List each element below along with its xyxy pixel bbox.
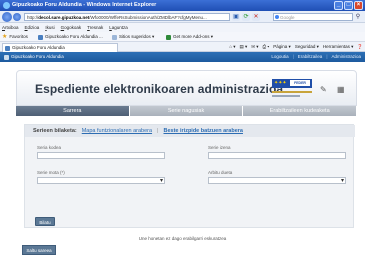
google-icon [275,15,279,19]
page-icon [38,34,43,40]
menu-file[interactable]: Artxiboa [2,23,19,32]
favorite-link-label: Gipuzkoako Foru Aldundia ... [45,34,103,39]
home-icon[interactable]: ⌂ ▾ [229,42,235,52]
feeds-icon[interactable]: ▤ ▾ [240,42,248,52]
page-menu[interactable]: Página ▾ [273,42,291,52]
url-prefix: http:// [27,15,39,20]
logo-line [272,95,300,97]
feder-text: FEDER [290,80,310,86]
address-bar: http://decol.sare.gipuzkoa.net/Wfo0000/W… [0,11,365,23]
addons-icon [166,34,171,40]
org-brand[interactable]: Gipuzkoako Foru Aldundia [4,52,64,62]
back-button[interactable] [2,12,12,22]
top-links: Logoutia | Erabiltzailea | Administrazio… [271,52,361,62]
forward-button[interactable] [13,13,21,21]
page-title: Espediente elektronikoaren administrazio… [35,82,284,96]
tab-serie-nagusiak[interactable]: Serie nagusiak [129,106,244,116]
security-menu[interactable]: Seguridad ▾ [295,42,319,52]
status-label: Arbitu dueta [208,170,233,175]
series-type-select[interactable] [37,177,165,184]
separator: | [157,128,159,134]
search-panel-header: Serieen bilaketa: Mapa funtzionalaren ar… [25,125,355,137]
org-logo-icon [4,54,9,60]
series-code-label: Seria kodea [37,145,62,150]
tab-title: Gipuzkoako Foru Aldundia [12,45,65,50]
compatibility-icon[interactable]: ▣ [232,13,240,21]
mail-icon[interactable]: ✉ ▾ [251,42,258,52]
window-controls: _ □ × [334,1,363,10]
refresh-icon[interactable]: ⟳ [242,13,250,21]
site-top-strip: Gipuzkoako Foru Aldundia Logoutia | Erab… [0,52,365,62]
top-link-admin[interactable]: Administrazioa [331,52,361,62]
favorite-link-label: Sitios sugeridos ▾ [119,34,155,39]
org-name: Gipuzkoako Foru Aldundia [11,54,64,59]
url-path: /Wfo0000/WffeRsSubmissionAuth/ZMDlbAF?cf… [89,15,207,20]
menu-tools[interactable]: Tresnak [87,23,103,32]
url-host: decol.sare.gipuzkoa.net [38,15,90,20]
series-code-input[interactable] [37,152,165,159]
exit-button[interactable]: Saltu sareea [22,245,56,255]
menu-view[interactable]: Ikusi [45,23,54,32]
star-icon: ★ [2,34,8,40]
command-bar: Gipuzkoako Foru Aldundia ⌂ ▾ ▤ ▾ ✉ ▾ ⎙ ▾… [0,42,365,52]
search-icon[interactable]: ⚲ [354,13,362,21]
logo-line [272,91,312,93]
tools-menu[interactable]: Herramientas ▾ [323,42,354,52]
top-link-logout[interactable]: Logoutia [271,52,288,62]
stop-icon[interactable]: ✕ [252,13,260,21]
menu-bar: Artxiboa Edizioa Ikusi Gogokoak Tresnak … [0,23,365,32]
browser-tab[interactable]: Gipuzkoako Foru Aldundia [2,43,118,52]
status-select[interactable] [208,177,346,184]
search-placeholder: Google [280,15,295,20]
series-name-label: Serie izena [208,145,231,150]
page-content: Gipuzkoako Foru Aldundia Logoutia | Erab… [0,52,365,270]
maximize-button[interactable]: □ [344,1,353,10]
grid-icon[interactable]: ▦ [337,85,345,94]
link-other-criteria[interactable]: Beste irizpide batzuen arabera [163,125,242,137]
search-input[interactable]: Google [273,13,353,21]
window-title: Gipuzkoako Foru Aldundia - Windows Inter… [12,2,157,8]
eu-feder-logo: ✦✦✦ FEDER [272,77,312,101]
separator: | [292,54,294,59]
favorite-link-1[interactable]: Gipuzkoako Foru Aldundia ... [38,32,103,42]
page-icon [5,46,10,51]
close-button[interactable]: × [354,1,363,10]
title-bar: Gipuzkoako Foru Aldundia - Windows Inter… [0,0,365,11]
tools-icon[interactable]: ✎ [320,85,327,94]
series-name-input[interactable] [208,152,346,159]
browser-window: Gipuzkoako Foru Aldundia - Windows Inter… [0,0,365,270]
url-input[interactable]: http://decol.sare.gipuzkoa.net/Wfo0000/W… [24,13,230,21]
main-tabs: Sarrera Serie nagusiak Erabiltzaileen ku… [16,106,358,116]
minimize-button[interactable]: _ [334,1,343,10]
favorite-link-2[interactable]: Sitios sugeridos ▾ [112,32,154,42]
eu-stars: ✦✦✦ [274,80,287,86]
favorites-label: Favoritos [9,34,28,39]
favorite-link-label: Get more Add-ons ▾ [173,34,214,39]
search-label: Serieen bilaketa: [33,128,77,134]
favorite-link-3[interactable]: Get more Add-ons ▾ [166,32,213,42]
series-type-label: Serie mota (*) [37,170,65,175]
menu-help[interactable]: Laguntza [109,23,128,32]
page-icon [112,34,117,40]
favorites-button[interactable]: ★ Favoritos [2,32,28,42]
separator: | [326,54,328,59]
tab-sarrera[interactable]: Sarrera [16,106,130,116]
print-icon[interactable]: ⎙ ▾ [263,42,270,52]
favorites-bar: ★ Favoritos Gipuzkoako Foru Aldundia ...… [0,32,365,42]
card-header: Espediente elektronikoaren administrazio… [16,70,357,106]
notice-text: Une honetan ez dago erabilgarri eskuratz… [138,236,227,241]
command-buttons: ⌂ ▾ ▤ ▾ ✉ ▾ ⎙ ▾ Página ▾ Seguridad ▾ Her… [229,42,363,52]
search-button[interactable]: Bilatu [35,217,55,226]
link-functional-map[interactable]: Mapa funtzionalaren arabera [82,125,152,137]
tab-erabiltzaileen-kudeaketa[interactable]: Erabiltzaileen kudeaketa [243,106,358,116]
address-actions: ▣ ⟳ ✕ [232,13,260,21]
top-link-user[interactable]: Erabiltzailea [298,52,323,62]
help-icon[interactable]: ❓ [357,42,363,52]
series-search-panel: Serieen bilaketa: Mapa funtzionalaren ar… [24,124,355,228]
menu-edit[interactable]: Edizioa [25,23,40,32]
menu-favorites[interactable]: Gogokoak [61,23,82,32]
internet-explorer-icon [3,2,10,9]
